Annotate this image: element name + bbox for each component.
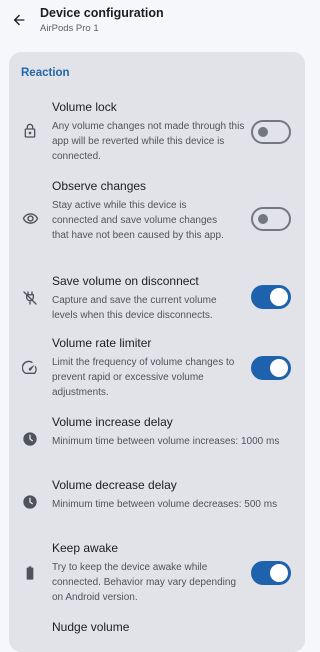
setting-description: Capture and save the current volume leve…: [52, 295, 217, 321]
section-title: Reaction: [21, 67, 70, 79]
setting-volume-rate-limiter[interactable]: Volume rate limiter Limit the frequency …: [9, 336, 305, 400]
setting-description: Limit the frequency of volume changes to…: [52, 357, 235, 398]
device-name: AirPods Pro 1: [40, 23, 99, 34]
setting-title: Save volume on disconnect: [52, 274, 199, 288]
setting-keep-awake[interactable]: Keep awake Try to keep the device awake …: [9, 541, 305, 605]
clock-icon: [21, 493, 39, 511]
page-title: Device configuration: [40, 6, 164, 20]
setting-description: Try to keep the device awake while conne…: [52, 562, 237, 603]
clock-icon: [21, 430, 39, 448]
keep-awake-toggle[interactable]: [251, 561, 291, 585]
top-app-bar: Device configuration AirPods Pro 1: [0, 0, 314, 46]
power-off-icon: [21, 289, 39, 307]
setting-observe-changes[interactable]: Observe changes Stay active while this d…: [9, 179, 305, 259]
setting-description: Minimum time between volume increases: 1…: [52, 436, 280, 447]
setting-volume-lock[interactable]: Volume lock Any volume changes not made …: [9, 100, 305, 164]
setting-description: Any volume changes not made through this…: [52, 121, 245, 162]
setting-description: Stay active while this device is connect…: [52, 200, 224, 241]
back-button[interactable]: [9, 10, 29, 30]
eye-icon: [21, 209, 39, 227]
setting-title: Observe changes: [52, 179, 147, 193]
setting-nudge-volume[interactable]: Nudge volume: [9, 620, 305, 650]
setting-title: Volume lock: [52, 100, 117, 114]
setting-volume-increase-delay[interactable]: Volume increase delay Minimum time betwe…: [9, 415, 305, 463]
observe-changes-toggle[interactable]: [251, 207, 291, 231]
setting-description: Minimum time between volume decreases: 5…: [52, 499, 278, 510]
lock-icon: [21, 122, 39, 140]
setting-title: Volume decrease delay: [52, 478, 177, 492]
setting-title: Volume increase delay: [52, 415, 173, 429]
volume-lock-toggle[interactable]: [251, 120, 291, 144]
battery-icon: [21, 564, 39, 582]
speedometer-icon: [21, 359, 39, 377]
reaction-settings-card: Reaction Volume lock Any volume changes …: [9, 52, 305, 652]
save-volume-toggle[interactable]: [251, 285, 291, 309]
arrow-back-icon: [13, 14, 25, 26]
setting-title: Keep awake: [52, 541, 119, 555]
setting-title: Volume rate limiter: [52, 336, 152, 350]
volume-rate-limiter-toggle[interactable]: [251, 356, 291, 380]
setting-volume-decrease-delay[interactable]: Volume decrease delay Minimum time betwe…: [9, 478, 305, 526]
setting-title: Nudge volume: [52, 620, 130, 634]
setting-save-volume-on-disconnect[interactable]: Save volume on disconnect Capture and sa…: [9, 274, 305, 322]
